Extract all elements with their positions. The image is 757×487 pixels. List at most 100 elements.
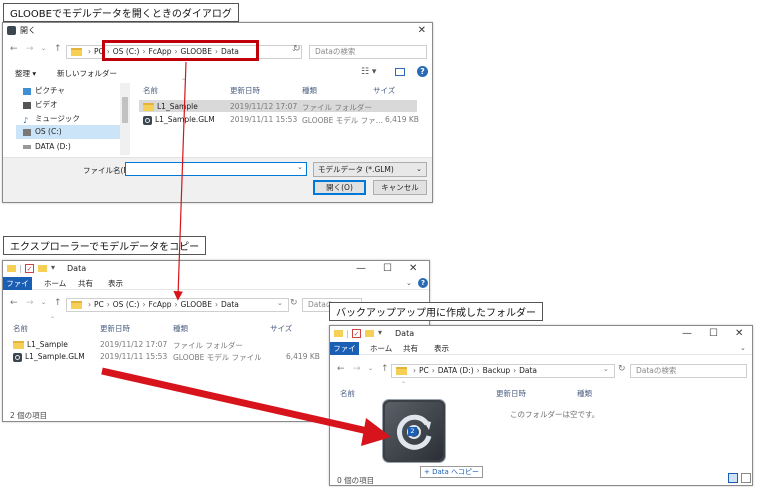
- ribbon-expand-icon[interactable]: ⌄: [406, 279, 412, 287]
- caption-explorer-copy: エクスプローラーでモデルデータをコピー: [3, 236, 207, 255]
- details-view-icon[interactable]: [728, 473, 738, 483]
- tree-scrollbar[interactable]: [120, 83, 130, 155]
- column-header-type[interactable]: 種類: [302, 85, 317, 96]
- tree-item-pictures[interactable]: ピクチャ: [23, 85, 65, 96]
- column-header-date[interactable]: 更新日時: [100, 323, 130, 334]
- column-header-name[interactable]: 名前: [143, 85, 158, 96]
- help-icon[interactable]: ?: [417, 66, 428, 77]
- ribbon: ファイル ホーム 共有 表示: [330, 342, 752, 366]
- address-dropdown-icon[interactable]: ⌄: [277, 299, 283, 307]
- ribbon-tab-view[interactable]: 表示: [434, 342, 449, 355]
- file-row-size: 6,419 KB: [286, 352, 320, 361]
- minimize-icon[interactable]: —: [682, 328, 692, 339]
- maximize-icon[interactable]: ☐: [383, 263, 392, 274]
- file-row-name[interactable]: L1_Sample.GLM: [13, 352, 85, 362]
- tree-item-music[interactable]: ♪ ミュージック: [23, 113, 80, 125]
- column-header-date[interactable]: 更新日時: [496, 388, 526, 399]
- address-dropdown-icon[interactable]: ⌄: [603, 365, 609, 373]
- ribbon-tab-share[interactable]: 共有: [78, 277, 93, 290]
- help-icon[interactable]: ?: [418, 278, 428, 288]
- status-item-count: 0 個の項目: [337, 476, 375, 485]
- cancel-button[interactable]: キャンセル: [373, 180, 427, 195]
- crumb[interactable]: PC: [419, 366, 429, 375]
- up-icon[interactable]: ↑: [54, 44, 62, 54]
- ribbon-tab-home[interactable]: ホーム: [44, 277, 66, 290]
- recent-dropdown-icon[interactable]: ⌄: [41, 299, 46, 306]
- crumb[interactable]: Backup: [483, 366, 511, 375]
- file-row-name[interactable]: L1_Sample.GLM: [143, 115, 215, 125]
- tree-item-data-d[interactable]: DATA (D:): [23, 142, 71, 151]
- empty-folder-message: このフォルダーは空です。: [510, 410, 600, 419]
- column-header-size[interactable]: サイズ: [373, 85, 395, 96]
- filetype-value: モデルデータ (*.GLM): [318, 165, 394, 174]
- recent-dropdown-icon[interactable]: ⌄: [368, 365, 373, 372]
- crumb[interactable]: OS (C:): [113, 300, 140, 309]
- close-icon[interactable]: ✕: [735, 328, 743, 339]
- refresh-icon[interactable]: ↻: [618, 364, 626, 374]
- qat-dropdown-icon[interactable]: ▾: [51, 263, 55, 272]
- back-icon[interactable]: ←: [10, 298, 18, 308]
- address-bar[interactable]: › PC › DATA (D:) › Backup › Data: [391, 364, 615, 378]
- qat-dropdown-icon[interactable]: ▾: [378, 328, 382, 337]
- search-input[interactable]: Dataの検索: [630, 364, 747, 378]
- chevron-down-icon: ⌄: [416, 165, 422, 173]
- filetype-select[interactable]: モデルデータ (*.GLM) ⌄: [313, 162, 427, 177]
- forward-icon[interactable]: →: [26, 44, 34, 54]
- file-row-type: ファイル フォルダー: [302, 103, 372, 112]
- forward-icon[interactable]: →: [26, 298, 34, 308]
- column-header-name[interactable]: 名前: [340, 388, 355, 399]
- crumb[interactable]: DATA (D:): [438, 366, 474, 375]
- dialog-title: 開く: [20, 26, 36, 35]
- maximize-icon[interactable]: ☐: [709, 328, 718, 339]
- file-row-name[interactable]: L1_Sample: [143, 102, 198, 111]
- crumb[interactable]: FcApp: [148, 300, 171, 309]
- properties-icon: |: [346, 329, 349, 338]
- tree-item-videos[interactable]: ビデオ: [23, 99, 58, 110]
- address-bar[interactable]: › PC › OS (C:) › FcApp › GLOOBE › Data: [66, 298, 289, 312]
- explorer-window-backup: | ✓ ▾ Data — ☐ ✕ ファイル ホーム 共有 表示 ⌄ ← → ⌄ …: [329, 325, 753, 486]
- filename-dropdown-icon[interactable]: ⌄: [297, 163, 303, 171]
- column-header-type[interactable]: 種類: [173, 323, 188, 334]
- ribbon-tab-file[interactable]: ファイル: [330, 342, 359, 366]
- organize-button[interactable]: 整理 ▾: [15, 68, 36, 79]
- column-header-name[interactable]: 名前: [13, 323, 28, 334]
- refresh-icon[interactable]: ↻: [290, 298, 298, 308]
- back-icon[interactable]: ←: [337, 364, 345, 374]
- recent-dropdown-icon[interactable]: ⌄: [41, 45, 46, 52]
- crumb[interactable]: Data: [221, 300, 239, 309]
- up-icon[interactable]: ↑: [54, 298, 62, 308]
- ribbon-tab-file[interactable]: ファイル: [3, 277, 32, 301]
- column-header-size[interactable]: サイズ: [270, 323, 292, 334]
- ribbon-tab-home[interactable]: ホーム: [370, 342, 392, 355]
- refresh-icon[interactable]: ↻: [293, 44, 301, 54]
- up-icon[interactable]: ↑: [381, 364, 389, 374]
- ribbon-tab-share[interactable]: 共有: [403, 342, 418, 355]
- file-row-type: GLOOBE モデル ファ...: [302, 116, 383, 125]
- column-header-date[interactable]: 更新日時: [230, 85, 260, 96]
- open-button[interactable]: 開く(O): [313, 180, 366, 195]
- tree-item-label: ピクチャ: [35, 86, 65, 95]
- view-options-icon[interactable]: ☷ ▾: [361, 67, 376, 77]
- crumb[interactable]: Data: [519, 366, 537, 375]
- dragged-glm-file-icon[interactable]: 2: [383, 400, 445, 462]
- tree-item-label: ビデオ: [35, 100, 58, 109]
- file-row-date: 2019/11/12 17:07: [230, 102, 298, 111]
- column-header-type[interactable]: 種類: [577, 388, 592, 399]
- filename-input[interactable]: [125, 162, 307, 176]
- tree-item-os-c[interactable]: OS (C:): [23, 127, 62, 136]
- ribbon-tab-view[interactable]: 表示: [108, 277, 123, 290]
- search-input[interactable]: Dataの検索: [309, 45, 427, 59]
- ribbon-expand-icon[interactable]: ⌄: [740, 344, 746, 352]
- close-icon[interactable]: ✕: [418, 25, 426, 36]
- forward-icon[interactable]: →: [353, 364, 361, 374]
- minimize-icon[interactable]: —: [356, 263, 366, 274]
- crumb[interactable]: PC: [94, 300, 104, 309]
- new-folder-button[interactable]: 新しいフォルダー: [57, 68, 117, 79]
- file-row-name[interactable]: L1_Sample: [13, 340, 68, 349]
- back-icon[interactable]: ←: [10, 44, 18, 54]
- crumb[interactable]: GLOOBE: [181, 300, 212, 309]
- close-icon[interactable]: ✕: [409, 263, 417, 274]
- preview-pane-icon[interactable]: [395, 68, 405, 76]
- large-icons-view-icon[interactable]: [741, 473, 751, 483]
- caption-open-dialog: GLOOBEでモデルデータを開くときのダイアログ: [3, 3, 239, 22]
